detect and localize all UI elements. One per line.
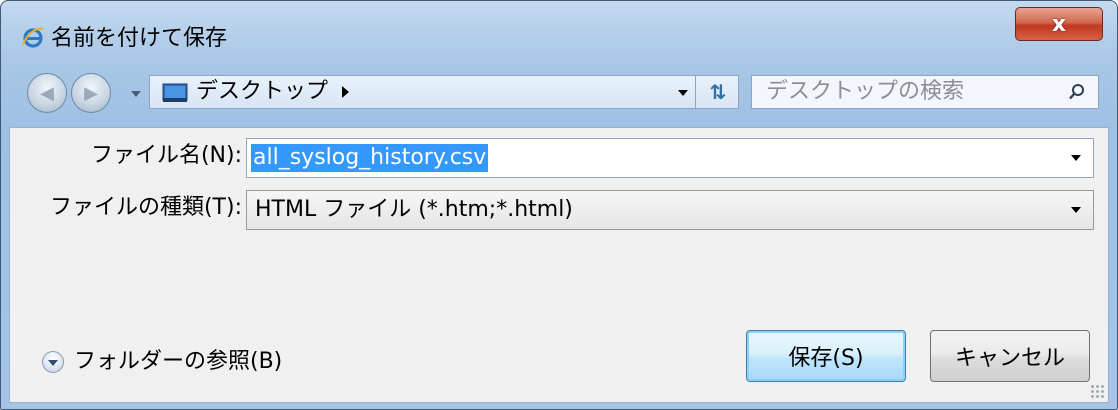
address-bar[interactable]: デスクトップ ⇅: [149, 75, 739, 109]
search-icon[interactable]: [1068, 83, 1086, 101]
search-input[interactable]: デスクトップの検索: [751, 75, 1099, 109]
filename-value: all_syslog_history.csv: [251, 144, 489, 172]
breadcrumb-location[interactable]: デスクトップ: [196, 79, 328, 105]
save-as-dialog: 名前を付けて保存 x ◀ ▶ デスクトップ ⇅ デスクトップの検索 ファイル名(…: [0, 0, 1118, 410]
filename-label: ファイル名(N):: [90, 143, 242, 168]
breadcrumb-arrow-icon[interactable]: [342, 86, 349, 98]
close-icon: x: [1051, 11, 1067, 37]
filetype-value: HTML ファイル (*.htm;*.html): [255, 197, 573, 222]
browse-folders-label: フォルダーの参照(B): [74, 349, 283, 374]
address-dropdown-icon[interactable]: [678, 90, 688, 96]
title-bar: 名前を付けて保存 x: [1, 1, 1117, 53]
back-arrow-icon: ◀: [40, 82, 54, 104]
navigation-bar: ◀ ▶ デスクトップ ⇅ デスクトップの検索: [1, 65, 1117, 119]
forward-button[interactable]: ▶: [71, 73, 111, 113]
filetype-dropdown-icon[interactable]: [1071, 207, 1081, 213]
cancel-button[interactable]: キャンセル: [930, 330, 1090, 382]
close-button[interactable]: x: [1015, 7, 1103, 41]
filetype-select[interactable]: HTML ファイル (*.htm;*.html): [246, 190, 1094, 230]
browse-folders-toggle[interactable]: フォルダーの参照(B): [42, 346, 282, 378]
search-placeholder: デスクトップの検索: [766, 79, 965, 104]
forward-arrow-icon: ▶: [84, 82, 98, 104]
recent-pages-dropdown[interactable]: [131, 91, 141, 97]
dialog-content: ファイル名(N): all_syslog_history.csv ファイルの種類…: [9, 127, 1109, 403]
expand-chevron-icon: [42, 351, 64, 373]
filename-field[interactable]: all_syslog_history.csv: [246, 138, 1094, 178]
refresh-button[interactable]: ⇅: [695, 76, 740, 108]
internet-explorer-icon: [22, 27, 44, 48]
filename-dropdown-icon[interactable]: [1071, 155, 1081, 161]
save-button[interactable]: 保存(S): [746, 330, 906, 382]
refresh-icon: ⇅: [709, 80, 727, 104]
resize-grip-icon[interactable]: [1090, 384, 1104, 398]
window-title: 名前を付けて保存: [51, 26, 228, 51]
desktop-icon: [162, 83, 188, 102]
back-button[interactable]: ◀: [27, 73, 67, 113]
filetype-label: ファイルの種類(T):: [49, 195, 242, 220]
